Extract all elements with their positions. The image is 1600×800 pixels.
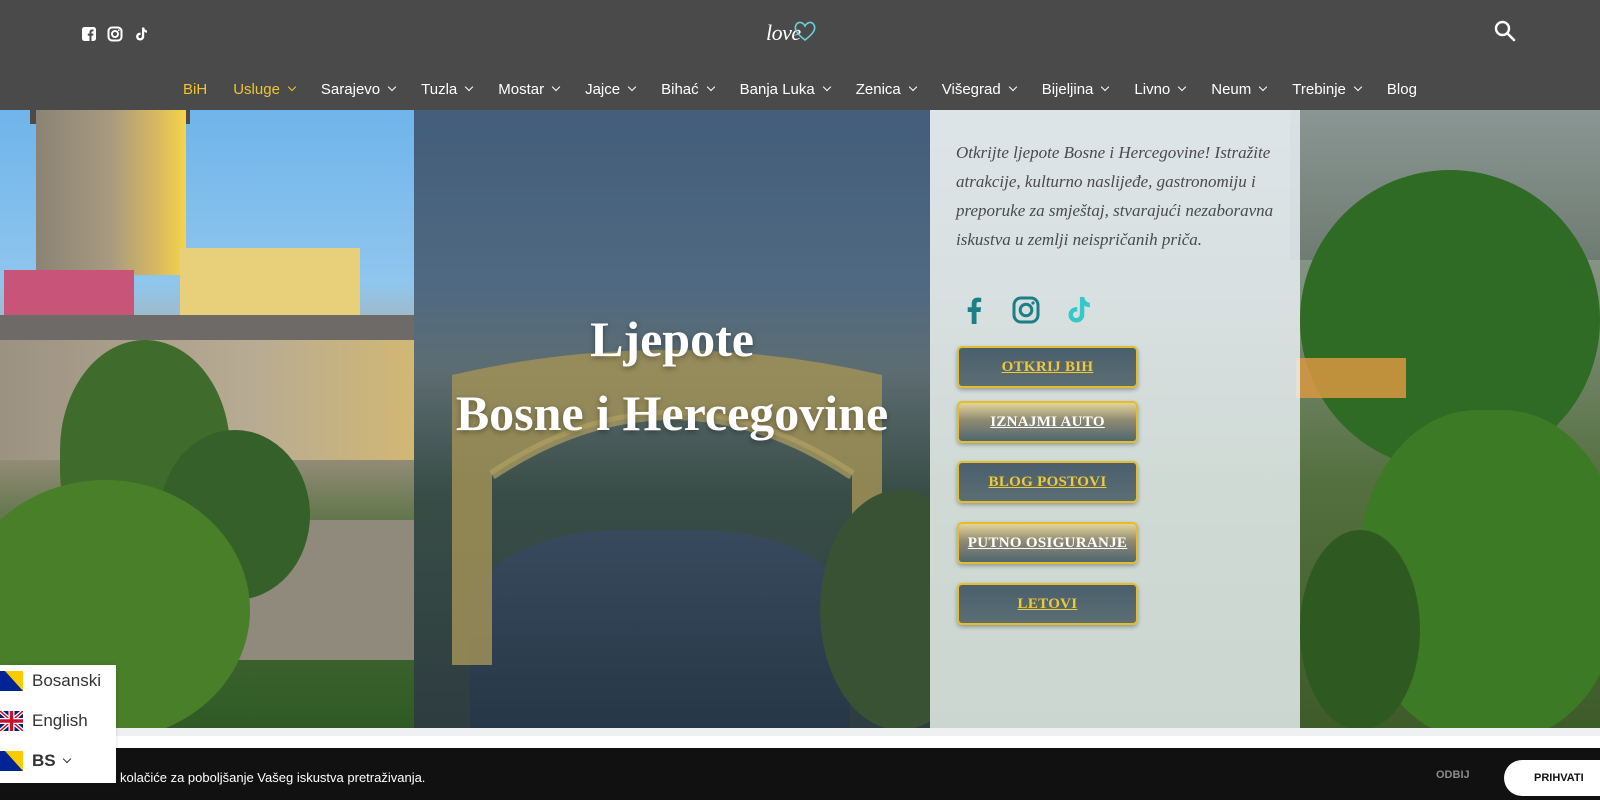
nav-item-visegrad[interactable]: Višegrad [941, 80, 1017, 98]
rent-car-button[interactable]: IZNAJMI AUTO [957, 401, 1138, 443]
nav-item-bih[interactable]: BiH [183, 81, 207, 98]
flights-button[interactable]: LETOVI [957, 583, 1138, 625]
hero-title: Ljepote Bosne i Hercegovine [414, 302, 930, 450]
nav-label: Sarajevo [320, 80, 381, 98]
yellow-house [180, 248, 360, 318]
nav-label: Zenica [855, 80, 901, 98]
chevron-down-icon [62, 754, 71, 764]
language-label: Bosanski [32, 671, 101, 690]
chevron-down-icon [908, 82, 917, 92]
nav-item-livno[interactable]: Livno [1134, 80, 1187, 98]
chevron-down-icon [1259, 82, 1268, 92]
nav-item-jajce[interactable]: Jajce [585, 80, 637, 98]
language-option-bosanski[interactable]: Bosanski [0, 669, 101, 693]
language-switcher: Bosanski English BS [0, 665, 116, 783]
nav-label: Usluge [233, 80, 280, 98]
current-language-label: BS [32, 751, 56, 770]
nav-item-bijeljina[interactable]: Bijeljina [1041, 80, 1110, 98]
nav-item-usluge[interactable]: Usluge [233, 80, 297, 98]
decline-cookies-button[interactable]: ODBIJ [1436, 769, 1470, 781]
site-header: love BiH Usluge Sarajevo Tuzla Mostar Ja… [0, 0, 1600, 110]
tiktok-icon[interactable] [1062, 294, 1094, 326]
site-logo[interactable]: love [766, 16, 822, 50]
chevron-down-icon [287, 82, 297, 92]
accept-cookies-button[interactable]: PRIHVATI [1504, 760, 1600, 796]
nav-label: Blog [1386, 80, 1417, 98]
nav-label: Banja Luka [739, 80, 815, 98]
nav-item-mostar[interactable]: Mostar [498, 80, 561, 98]
instagram-icon[interactable] [107, 26, 123, 42]
language-option-english[interactable]: English [0, 709, 88, 733]
discover-bih-button[interactable]: OTKRIJ BIH [957, 346, 1138, 388]
travel-insurance-button[interactable]: PUTNO OSIGURANJE [957, 522, 1138, 564]
hero-section: Ljepote Bosne i Hercegovine Otkrijte lje… [0, 110, 1600, 728]
chevron-down-icon [465, 82, 474, 92]
language-current-selector[interactable]: BS [0, 749, 71, 773]
chevron-down-icon [627, 82, 637, 92]
tiktok-icon[interactable] [133, 26, 149, 42]
nav-item-bihac[interactable]: Bihać [661, 80, 715, 98]
nav-label: BiH [183, 80, 208, 98]
nav-label: Trebinje [1292, 80, 1346, 98]
nav-label: Bihać [661, 80, 699, 98]
lit-terrace [1296, 358, 1406, 398]
nav-label: Bijeljina [1041, 80, 1094, 98]
chevron-down-icon [551, 82, 561, 92]
nav-item-sarajevo[interactable]: Sarajevo [320, 80, 397, 98]
language-label: English [32, 711, 88, 730]
panel-social-links [958, 294, 1094, 326]
nav-item-neum[interactable]: Neum [1211, 80, 1268, 98]
uk-flag-icon [0, 711, 23, 731]
header-social-links [81, 26, 149, 42]
hero-title-line1: Ljepote [590, 311, 754, 367]
chevron-down-icon [706, 82, 715, 92]
hero-intro-text: Otkrijte ljepote Bosne i Hercegovine! Is… [956, 143, 1274, 249]
nav-item-zenica[interactable]: Zenica [855, 80, 917, 98]
cookie-text: kolačiće za poboljšanje Vašeg iskustva p… [120, 770, 426, 785]
bosnia-flag-icon [0, 671, 23, 691]
nav-label: Livno [1134, 80, 1171, 98]
nav-label: Jajce [585, 80, 621, 98]
facebook-icon[interactable] [958, 294, 990, 326]
chevron-down-icon [822, 82, 831, 92]
nav-label: Tuzla [421, 80, 458, 98]
nav-item-tuzla[interactable]: Tuzla [421, 80, 474, 98]
nav-item-blog[interactable]: Blog [1387, 81, 1417, 98]
hero-title-line2: Bosne i Hercegovine [455, 385, 889, 441]
nav-item-banja-luka[interactable]: Banja Luka [739, 80, 831, 98]
blog-posts-button[interactable]: BLOG POSTOVI [957, 461, 1138, 503]
search-icon[interactable] [1494, 20, 1516, 42]
chevron-down-icon [1178, 82, 1187, 92]
stone-tower [36, 110, 186, 275]
heart-icon [794, 21, 816, 42]
chevron-down-icon [1101, 82, 1110, 92]
chevron-down-icon [1008, 82, 1017, 92]
instagram-icon[interactable] [1010, 294, 1042, 326]
nav-label: Višegrad [941, 80, 1001, 98]
main-navigation: BiH Usluge Sarajevo Tuzla Mostar Jajce B… [0, 78, 1600, 100]
section-divider [0, 728, 1600, 736]
chevron-down-icon [387, 82, 397, 92]
chevron-down-icon [1353, 82, 1363, 92]
nav-label: Neum [1211, 80, 1252, 98]
nav-label: Mostar [498, 80, 545, 98]
nav-item-trebinje[interactable]: Trebinje [1292, 80, 1363, 98]
facebook-icon[interactable] [81, 26, 97, 42]
bosnia-flag-icon [0, 751, 23, 771]
tree [1300, 530, 1420, 728]
